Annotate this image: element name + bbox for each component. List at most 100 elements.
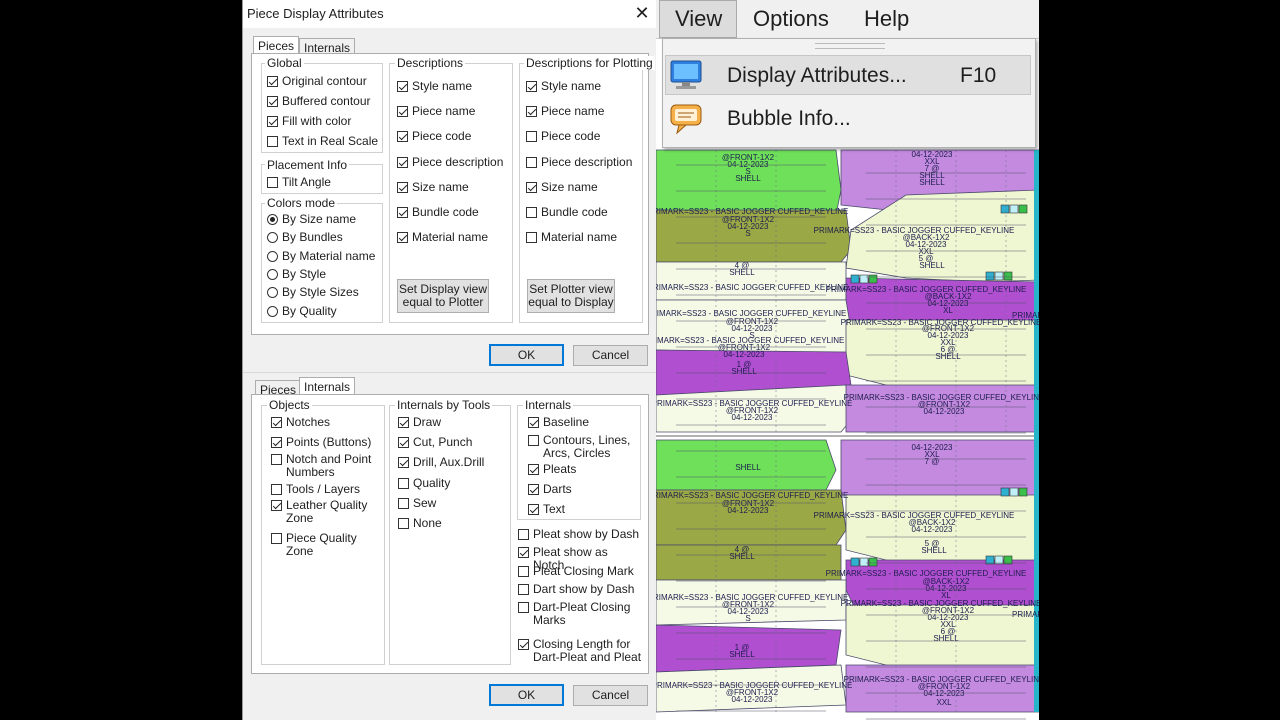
checkbox-bundle-code[interactable]: Bundle code xyxy=(397,206,479,219)
radio-by-quality[interactable]: By Quality xyxy=(267,304,337,318)
checkbox-box[interactable] xyxy=(271,500,282,511)
checkbox-dart-show-by-dash[interactable]: Dart show by Dash xyxy=(518,583,642,596)
checkbox-box[interactable] xyxy=(526,156,537,168)
radio-by-bundles[interactable]: By Bundles xyxy=(267,231,343,244)
checkbox-piece-description[interactable]: Piece description xyxy=(397,155,503,169)
checkbox-box[interactable] xyxy=(518,529,529,540)
checkbox-box[interactable] xyxy=(518,639,529,650)
checkbox-box[interactable] xyxy=(398,437,409,449)
checkbox-box[interactable] xyxy=(398,497,409,509)
set-plotter-view-button[interactable]: Set Plotter view equal to Display xyxy=(527,279,615,313)
radio-by-size-name[interactable]: By Size name xyxy=(267,213,356,226)
checkbox-leather-quality-zone[interactable]: Leather Quality Zone xyxy=(271,499,381,525)
cancel-button-bottom[interactable]: Cancel xyxy=(573,685,648,706)
checkbox-box[interactable] xyxy=(267,76,278,87)
checkbox-box[interactable] xyxy=(518,584,529,595)
radio-indicator[interactable] xyxy=(267,268,278,280)
tab-internals-bottom[interactable]: Internals xyxy=(299,377,356,395)
checkbox-box[interactable] xyxy=(397,156,408,168)
set-display-view-button[interactable]: Set Display view equal to Plotter xyxy=(397,279,489,313)
checkbox-none[interactable]: None xyxy=(398,517,442,530)
checkbox-piece-code[interactable]: Piece code xyxy=(397,130,471,143)
checkbox-box[interactable] xyxy=(526,232,537,244)
checkbox-box[interactable] xyxy=(267,96,278,107)
tab-pieces[interactable]: Pieces xyxy=(253,36,300,54)
radio-by-material-name[interactable]: By Material name xyxy=(267,249,375,263)
checkbox-pleat-closing-mark[interactable]: Pleat Closing Mark xyxy=(518,565,642,578)
radio-indicator[interactable] xyxy=(267,305,278,317)
checkbox-box[interactable] xyxy=(528,464,539,475)
checkbox-box[interactable] xyxy=(518,602,529,613)
checkbox-box[interactable] xyxy=(397,207,408,218)
radio-by-style[interactable]: By Style xyxy=(267,267,326,281)
checkbox-box[interactable] xyxy=(398,457,409,469)
checkbox-box[interactable] xyxy=(518,566,529,577)
checkbox-box[interactable] xyxy=(397,131,408,143)
checkbox-dart-pleat-closing-marks[interactable]: Dart-Pleat Closing Marks xyxy=(518,601,642,627)
checkbox-piece-description[interactable]: Piece description xyxy=(526,155,632,169)
close-icon[interactable]: ✕ xyxy=(631,2,653,24)
checkbox-darts[interactable]: Darts xyxy=(528,483,636,496)
checkbox-box[interactable] xyxy=(398,518,409,529)
checkbox-bundle-code[interactable]: Bundle code xyxy=(526,206,608,219)
checkbox-box[interactable] xyxy=(267,116,278,127)
checkbox-fill-with-color[interactable]: Fill with color xyxy=(267,115,351,128)
checkbox-draw[interactable]: Draw xyxy=(398,416,441,429)
checkbox-box[interactable] xyxy=(397,81,408,92)
checkbox-buffered-contour[interactable]: Buffered contour xyxy=(267,95,371,108)
radio-indicator[interactable] xyxy=(267,250,278,262)
menu-view[interactable]: View xyxy=(675,6,722,32)
checkbox-size-name[interactable]: Size name xyxy=(526,180,598,194)
checkbox-baseline[interactable]: Baseline xyxy=(528,416,636,429)
checkbox-material-name[interactable]: Material name xyxy=(397,231,488,244)
checkbox-quality[interactable]: Quality xyxy=(398,476,450,490)
radio-indicator[interactable] xyxy=(267,232,278,244)
checkbox-piece-quality-zone[interactable]: Piece Quality Zone xyxy=(271,532,381,558)
checkbox-notches[interactable]: Notches xyxy=(271,416,381,429)
checkbox-box[interactable] xyxy=(271,417,282,428)
checkbox-original-contour[interactable]: Original contour xyxy=(267,75,367,88)
checkbox-tilt-angle[interactable]: Tilt Angle xyxy=(267,176,331,189)
checkbox-drill-aux-drill[interactable]: Drill, Aux.Drill xyxy=(398,456,484,469)
radio-indicator[interactable] xyxy=(267,214,278,225)
checkbox-box[interactable] xyxy=(271,437,282,448)
checkbox-pleats[interactable]: Pleats xyxy=(528,463,636,476)
checkbox-piece-name[interactable]: Piece name xyxy=(526,105,604,118)
checkbox-box[interactable] xyxy=(528,484,539,495)
checkbox-box[interactable] xyxy=(526,81,537,92)
checkbox-box[interactable] xyxy=(526,181,537,193)
checkbox-box[interactable] xyxy=(518,547,529,558)
checkbox-sew[interactable]: Sew xyxy=(398,496,436,510)
menu-options[interactable]: Options xyxy=(753,6,829,32)
checkbox-box[interactable] xyxy=(397,106,408,118)
checkbox-box[interactable] xyxy=(267,177,278,188)
checkbox-box[interactable] xyxy=(526,131,537,143)
checkbox-box[interactable] xyxy=(271,454,282,465)
radio-by-style-sizes[interactable]: By Style Sizes xyxy=(267,286,359,299)
checkbox-box[interactable] xyxy=(397,181,408,193)
checkbox-box[interactable] xyxy=(526,207,537,218)
checkbox-size-name[interactable]: Size name xyxy=(397,180,469,194)
checkbox-points-buttons[interactable]: Points (Buttons) xyxy=(271,436,381,449)
checkbox-box[interactable] xyxy=(397,232,408,244)
checkbox-tools-layers[interactable]: Tools / Layers xyxy=(271,483,381,496)
checkbox-style-name[interactable]: Style name xyxy=(526,80,601,93)
checkbox-style-name[interactable]: Style name xyxy=(397,80,472,93)
checkbox-material-name[interactable]: Material name xyxy=(526,231,617,244)
checkbox-text-in-real-scale[interactable]: Text in Real Scale xyxy=(267,135,378,148)
menu-help[interactable]: Help xyxy=(864,6,909,32)
checkbox-contours-lines-arcs-circles[interactable]: Contours, Lines, Arcs, Circles xyxy=(528,434,636,460)
checkbox-piece-code[interactable]: Piece code xyxy=(526,130,600,143)
checkbox-box[interactable] xyxy=(267,136,278,147)
checkbox-pleat-show-by-dash[interactable]: Pleat show by Dash xyxy=(518,528,642,541)
checkbox-box[interactable] xyxy=(528,504,539,515)
ok-button-bottom[interactable]: OK xyxy=(489,684,564,706)
radio-indicator[interactable] xyxy=(267,287,278,299)
checkbox-box[interactable] xyxy=(398,417,409,428)
checkbox-text[interactable]: Text xyxy=(528,503,636,516)
checkbox-box[interactable] xyxy=(398,477,409,489)
checkbox-closing-length-for-dart-pleat-and-pleat[interactable]: Closing Length for Dart-Pleat and Pleat xyxy=(518,638,642,664)
checkbox-piece-name[interactable]: Piece name xyxy=(397,105,475,118)
checkbox-cut-punch[interactable]: Cut, Punch xyxy=(398,436,472,449)
checkbox-box[interactable] xyxy=(528,435,539,446)
